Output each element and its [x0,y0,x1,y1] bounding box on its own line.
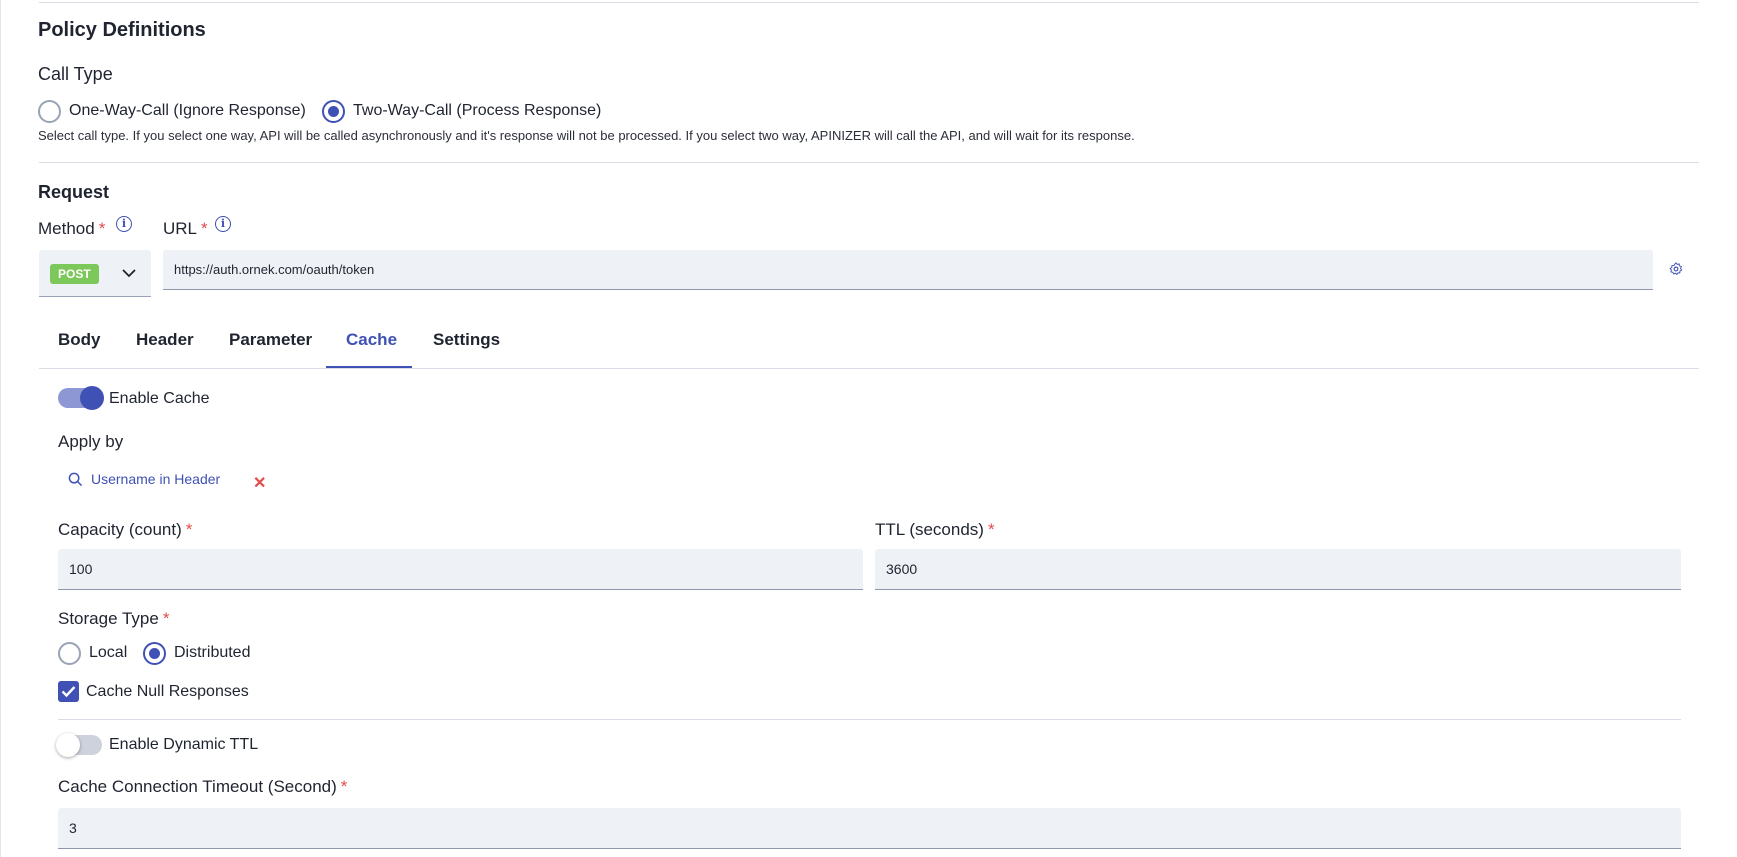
method-label: Method * [38,219,106,238]
tab-settings[interactable]: Settings [433,330,500,350]
enable-cache-label: Enable Cache [109,390,210,407]
gear-icon[interactable] [1669,262,1683,276]
apply-by-value: Username in Header [91,471,221,487]
url-input[interactable]: https://auth.ornek.com/oauth/token [163,250,1653,290]
check-icon [61,686,76,698]
tab-body[interactable]: Body [58,330,101,350]
cache-divider [58,719,1681,720]
one-way-call-label: One-Way-Call (Ignore Response) [69,102,306,119]
timeout-input[interactable]: 3 [58,808,1681,849]
apply-by-label: Apply by [58,432,124,451]
storage-local-label: Local [89,644,128,661]
one-way-call-radio[interactable] [38,100,61,123]
method-info-icon[interactable]: i [116,216,132,232]
search-icon [68,472,83,486]
storage-distributed-radio[interactable] [143,642,166,665]
storage-type-label: Storage Type * [58,609,170,628]
tab-parameter[interactable]: Parameter [229,330,312,350]
page-title: Policy Definitions [38,19,206,41]
cache-null-checkbox[interactable] [58,681,79,702]
top-divider [39,2,1699,3]
two-way-call-radio[interactable] [322,100,345,123]
capacity-input[interactable]: 100 [58,549,863,590]
call-type-label: Call Type [38,64,113,84]
dynamic-ttl-label: Enable Dynamic TTL [109,736,259,753]
tabs-divider [39,368,1699,369]
call-type-hint: Select call type. If you select one way,… [38,128,1135,143]
cache-null-label: Cache Null Responses [86,683,249,700]
two-way-call-label: Two-Way-Call (Process Response) [353,102,602,119]
storage-distributed-label: Distributed [174,644,251,661]
ttl-input[interactable]: 3600 [875,549,1681,590]
capacity-label: Capacity (count) * [58,520,193,539]
close-icon[interactable]: ✕ [253,473,266,493]
call-type-divider [39,162,1699,163]
policy-panel: Policy Definitions Call Type One-Way-Cal… [0,0,1737,857]
method-badge: POST [50,264,99,284]
tab-header[interactable]: Header [136,330,194,350]
request-title: Request [38,182,110,202]
ttl-label: TTL (seconds) * [875,520,995,539]
tab-cache[interactable]: Cache [346,330,397,350]
apply-by-chip[interactable]: Username in Header [68,471,220,487]
url-label: URL * [163,219,208,238]
storage-local-radio[interactable] [58,642,81,665]
url-info-icon[interactable]: i [215,216,231,232]
method-select[interactable]: POST [39,250,151,297]
timeout-label: Cache Connection Timeout (Second) * [58,777,348,796]
enable-cache-toggle[interactable] [58,386,104,410]
dynamic-ttl-toggle[interactable] [56,733,102,757]
chevron-down-icon [122,269,136,278]
